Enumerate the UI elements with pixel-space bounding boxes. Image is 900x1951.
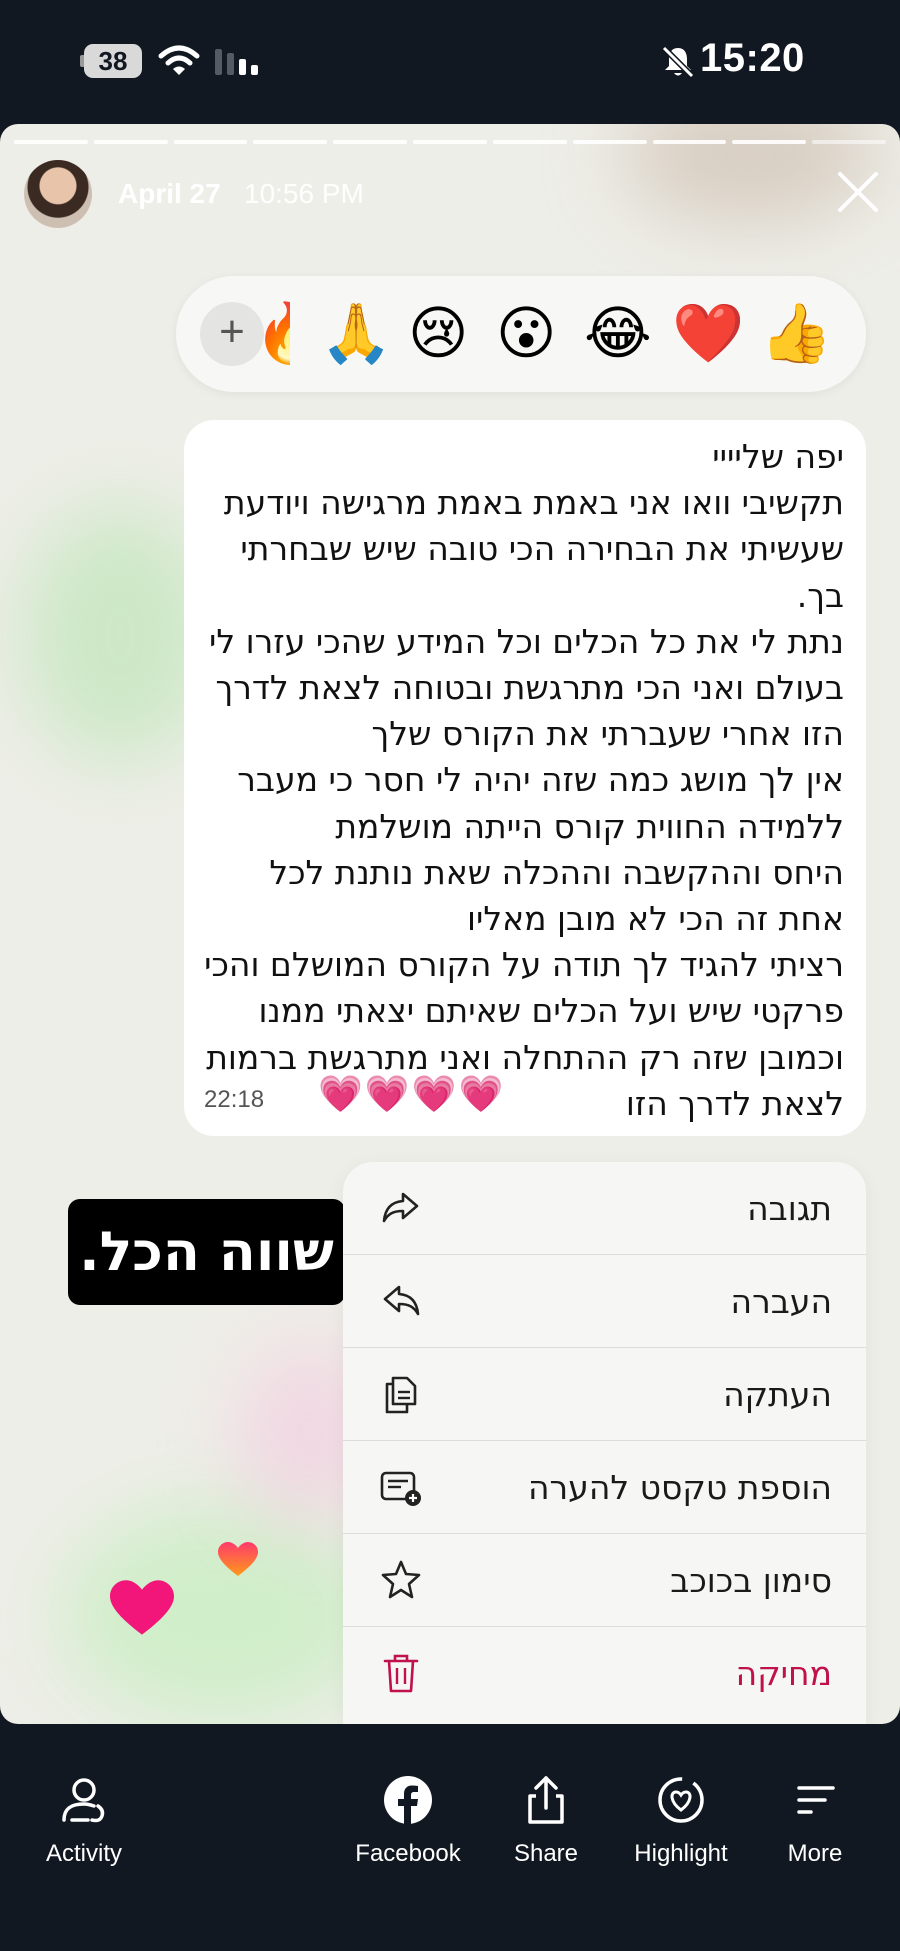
close-icon[interactable] <box>834 168 882 216</box>
battery-level: 38 <box>84 44 142 78</box>
story-progress-bar <box>14 140 886 145</box>
copy-icon <box>385 1376 417 1414</box>
signal-icon <box>215 49 258 75</box>
share-icon <box>528 1776 564 1824</box>
facebook-label: Facebook <box>355 1840 461 1867</box>
story-date: April 27 <box>118 178 221 209</box>
forward-back-arrow-icon <box>383 1285 420 1316</box>
surprised-emoji-icon[interactable]: 😮 <box>496 298 556 368</box>
heart-emoji-icon[interactable]: ❤️ <box>672 298 744 368</box>
menu-item-star[interactable]: סימון בכוכב <box>343 1534 866 1627</box>
more-icon <box>797 1786 835 1814</box>
star-icon <box>381 1560 421 1599</box>
add-note-icon <box>380 1471 421 1506</box>
activity-button[interactable]: Activity <box>42 1774 126 1868</box>
menu-item-label: תגובה <box>747 1189 832 1228</box>
menu-item-label: מחיקה <box>735 1654 832 1693</box>
menu-item-forward[interactable]: העברה <box>343 1255 866 1348</box>
story-text-sticker: שווה הכל. <box>68 1199 345 1305</box>
pray-emoji-icon[interactable]: 🙏 <box>320 298 392 368</box>
silent-bell-icon <box>661 45 695 79</box>
background-blur <box>60 1504 380 1724</box>
message-time: 22:18 <box>204 1086 265 1113</box>
battery-indicator: 38 <box>80 44 144 78</box>
reply-share-icon <box>382 1192 419 1223</box>
message-text: יפה שליייי תקשיבי וואו אני באמת באמת מרג… <box>204 437 844 1123</box>
story-bottom-bar: Activity Facebook Share Highlight More <box>0 1724 900 1951</box>
share-label: Share <box>513 1840 579 1867</box>
activity-label: Activity <box>45 1840 122 1867</box>
story-time: 10:56 PM <box>244 178 364 209</box>
status-bar: 38 15:20 <box>0 0 900 124</box>
highlight-icon <box>658 1777 704 1823</box>
menu-item-label: סימון בכוכב <box>670 1561 832 1600</box>
menu-item-label: העברה <box>730 1282 832 1321</box>
crying-emoji-icon[interactable]: 😢 <box>408 298 468 368</box>
facebook-button[interactable]: Facebook <box>352 1774 464 1868</box>
menu-item-delete[interactable]: מחיקה <box>343 1627 866 1720</box>
menu-item-label: הוספת טקסט להערה <box>527 1468 832 1507</box>
floating-heart-icon <box>110 1580 174 1635</box>
floating-heart-icon <box>218 1542 258 1576</box>
laughing-emoji-icon[interactable]: 😂 <box>584 298 652 368</box>
thumbs-up-emoji-icon[interactable]: 👍 <box>760 298 832 368</box>
more-button[interactable]: More <box>782 1774 848 1868</box>
more-label: More <box>787 1840 843 1867</box>
wifi-icon <box>158 45 200 75</box>
message-hearts: 💗💗💗💗 <box>318 1073 506 1114</box>
trash-icon <box>383 1654 419 1693</box>
highlight-button[interactable]: Highlight <box>626 1774 736 1868</box>
avatar[interactable] <box>24 160 92 228</box>
message-context-menu: תגובה העברה העתקה הוספת טקסט להערה סימון… <box>343 1162 866 1724</box>
reaction-bar: + 🔥 🙏 😢 😮 😂 ❤️ 👍 <box>176 276 866 392</box>
facebook-icon <box>384 1776 432 1824</box>
message-bubble[interactable]: יפה שליייי תקשיבי וואו אני באמת באמת מרג… <box>184 420 866 1136</box>
menu-item-copy[interactable]: העתקה <box>343 1348 866 1441</box>
share-button[interactable]: Share <box>508 1774 584 1868</box>
activity-icon <box>62 1778 105 1823</box>
highlight-label: Highlight <box>634 1840 728 1867</box>
status-time: 15:20 <box>700 36 805 80</box>
menu-item-add-note[interactable]: הוספת טקסט להערה <box>343 1441 866 1534</box>
menu-item-label: העתקה <box>723 1375 832 1414</box>
menu-item-reply[interactable]: תגובה <box>343 1162 866 1255</box>
fire-emoji-icon[interactable]: 🔥 <box>254 298 290 368</box>
